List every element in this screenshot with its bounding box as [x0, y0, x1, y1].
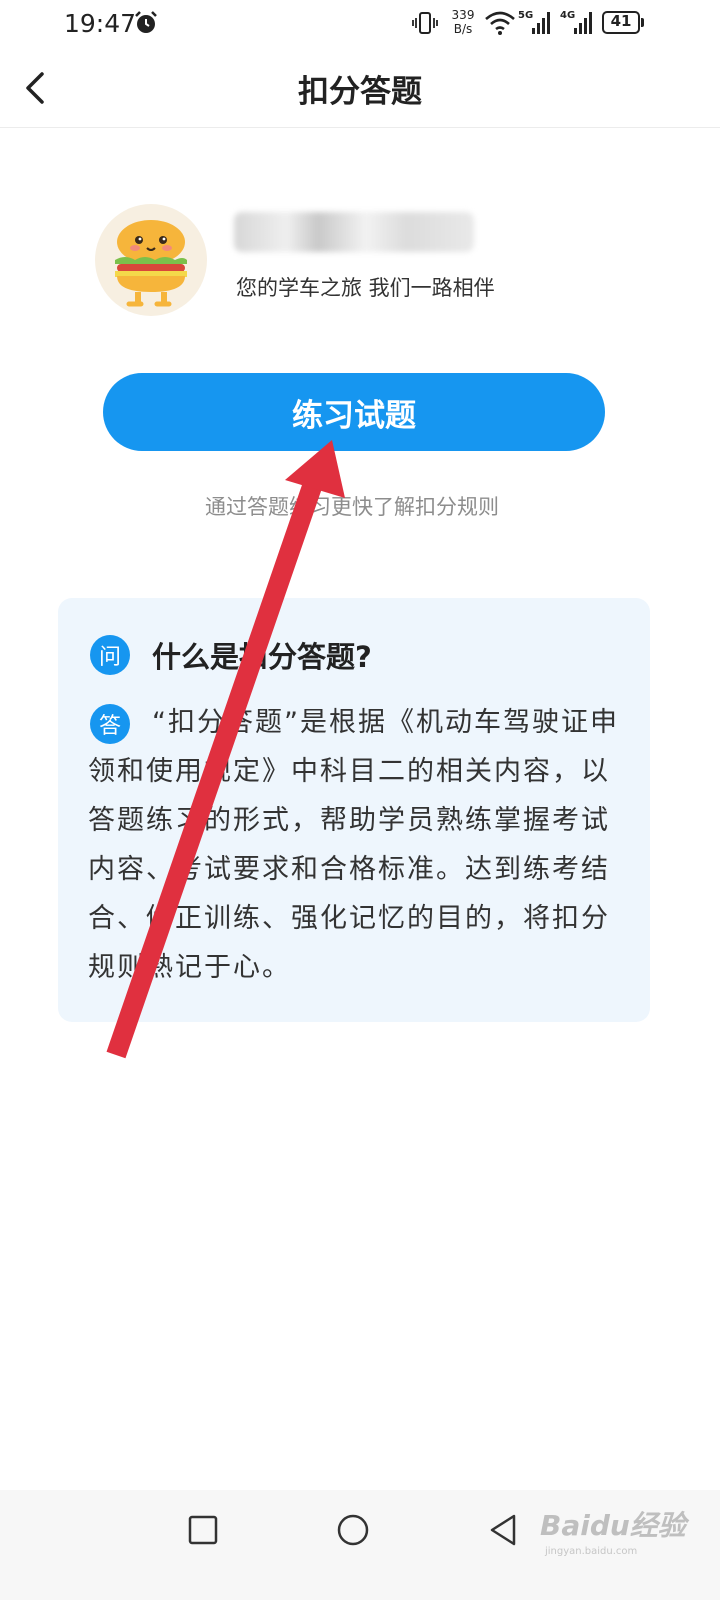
net-speed: 339 B/s: [446, 8, 480, 36]
recent-apps-icon[interactable]: [183, 1510, 223, 1550]
signal-4g-icon: 4G: [560, 10, 592, 34]
back-triangle-icon[interactable]: [484, 1510, 524, 1550]
wifi-icon: [485, 11, 515, 35]
alarm-icon: [135, 11, 157, 33]
watermark-url: jingyan.baidu.com: [545, 1546, 638, 1557]
signal-5g-icon: 5G: [518, 10, 550, 34]
net-speed-value: 339: [451, 8, 475, 22]
vibrate-icon: [412, 12, 438, 34]
faq-card: 问 什么是扣分答题? 答 “扣分答题”是根据《机动车驾驶证申领和使用规定》中科目…: [58, 598, 650, 1022]
faq-answer: “扣分答题”是根据《机动车驾驶证申领和使用规定》中科目二的相关内容，以答题练习的…: [88, 707, 619, 983]
username-redacted: [234, 212, 474, 252]
status-bar: 19:47 339 B/s 5G 4G 41: [0, 0, 720, 48]
nav-bar: 扣分答题: [0, 48, 720, 128]
battery-level: 41: [610, 12, 632, 30]
signal1-label: 5G: [518, 10, 533, 21]
practice-questions-button[interactable]: 练习试题: [103, 373, 605, 451]
battery-icon: 41: [602, 11, 644, 34]
watermark-brand: Baidu经验: [540, 1509, 686, 1542]
burger-mascot-icon: [115, 220, 187, 307]
system-nav-bar: Baidu经验 jingyan.baidu.com: [0, 1490, 720, 1600]
signal2-label: 4G: [560, 10, 575, 21]
faq-question: 什么是扣分答题?: [152, 640, 372, 674]
question-badge: 问: [90, 635, 130, 675]
practice-hint: 通过答题练习更快了解扣分规则: [205, 495, 499, 519]
profile-subtitle: 您的学车之旅 我们一路相伴: [236, 276, 495, 300]
screen: 19:47 339 B/s 5G 4G 41 扣分答题 您的学车之旅 我们一路相…: [0, 0, 720, 1600]
net-speed-unit: B/s: [453, 22, 473, 36]
avatar[interactable]: [95, 204, 207, 316]
home-icon[interactable]: [333, 1510, 373, 1550]
status-time: 19:47: [64, 9, 137, 38]
page-title: 扣分答题: [298, 74, 422, 110]
